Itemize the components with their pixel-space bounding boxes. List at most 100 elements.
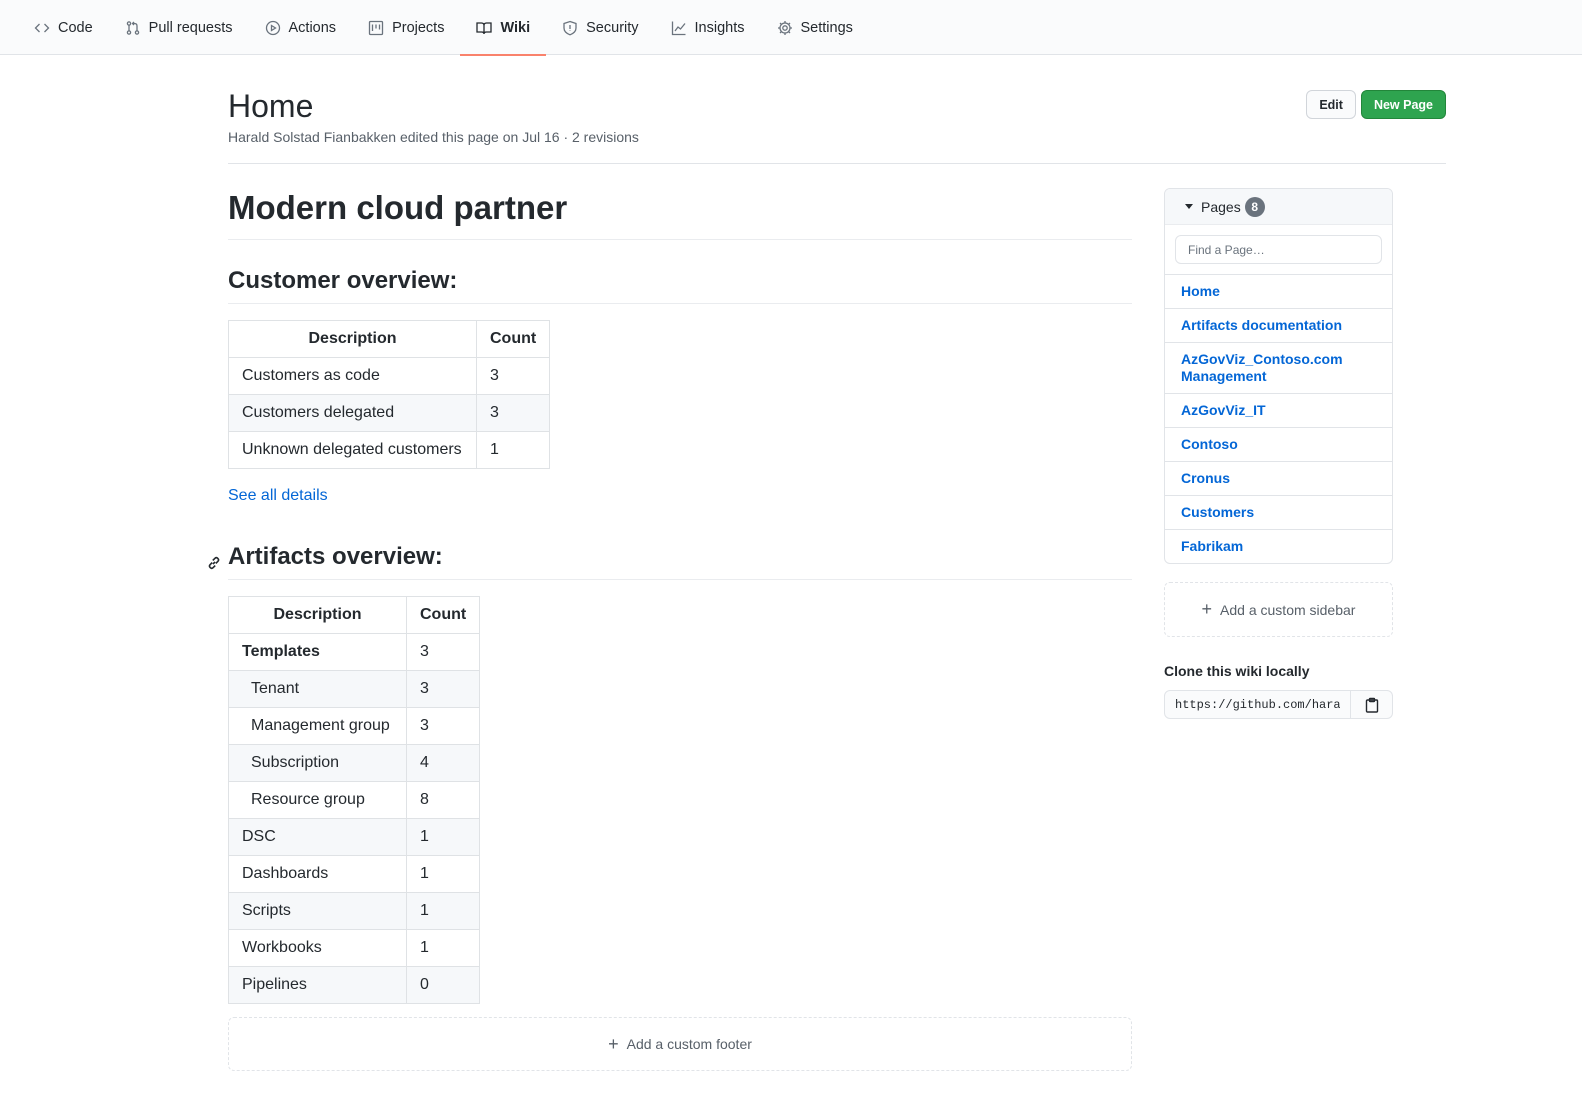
table-row: Pipelines 0	[228, 966, 481, 1004]
book-icon	[476, 20, 493, 36]
table-row: Management group 3	[228, 707, 481, 745]
column-header-count: Count	[405, 596, 481, 634]
repo-tabs: Code Pull requests Actions Projects Wiki…	[18, 0, 869, 56]
add-custom-sidebar-button[interactable]: + Add a custom sidebar	[1164, 582, 1393, 637]
wiki-body: Modern cloud partner Customer overview: …	[208, 187, 1132, 1004]
pages-toggle[interactable]: Pages 8	[1165, 189, 1392, 225]
table-header-row: Description Count	[228, 320, 551, 358]
table-row: DSC 1	[228, 818, 481, 856]
table-cell: Pipelines	[228, 966, 407, 1004]
customer-overview-heading: Customer overview:	[228, 265, 1132, 304]
caret-down-icon	[1185, 204, 1193, 209]
table-cell: 3	[475, 394, 551, 432]
tab-label: Security	[586, 19, 639, 36]
edit-button[interactable]: Edit	[1306, 90, 1356, 119]
table-row: Resource group 8	[228, 781, 481, 819]
sidebar-page-azgovviz-contoso-management[interactable]: AzGovViz_Contoso.com Management	[1165, 343, 1392, 394]
tab-label: Code	[58, 19, 93, 36]
table-cell: 1	[405, 892, 481, 930]
tab-insights[interactable]: Insights	[655, 0, 761, 55]
tab-settings[interactable]: Settings	[761, 0, 869, 55]
table-cell: 3	[475, 357, 551, 395]
sidebar-page-fabrikam[interactable]: Fabrikam	[1165, 530, 1392, 563]
table-cell: Customers as code	[228, 357, 477, 395]
table-cell: Scripts	[228, 892, 407, 930]
clone-wiki-title: Clone this wiki locally	[1164, 663, 1310, 679]
page-title: Home	[228, 88, 314, 124]
copy-clipboard-button[interactable]	[1351, 690, 1393, 719]
tab-pull-requests[interactable]: Pull requests	[109, 0, 249, 55]
tab-label: Projects	[392, 19, 445, 36]
table-row: Workbooks 1	[228, 929, 481, 967]
sidebar-page-cronus[interactable]: Cronus	[1165, 462, 1392, 496]
new-page-button[interactable]: New Page	[1360, 90, 1446, 119]
customer-table: Description Count Customers as code 3 Cu…	[228, 320, 551, 469]
table-cell: 1	[405, 855, 481, 893]
sidebar-page-customers[interactable]: Customers	[1165, 496, 1392, 530]
tab-security[interactable]: Security	[546, 0, 654, 55]
clone-url-input[interactable]	[1164, 690, 1351, 719]
pages-count-badge: 8	[1244, 196, 1265, 217]
see-all-details-link[interactable]: See all details	[228, 487, 328, 505]
tab-code[interactable]: Code	[18, 0, 109, 55]
wiki-header: Home Harald Solstad Fianbakken edited th…	[228, 86, 1446, 164]
add-custom-footer-button[interactable]: + Add a custom footer	[228, 1017, 1132, 1071]
column-header-count: Count	[475, 320, 551, 358]
project-icon	[368, 20, 384, 36]
page-filter-wrapper	[1165, 225, 1392, 275]
gear-icon	[777, 20, 793, 36]
play-icon	[265, 20, 281, 36]
table-cell: Dashboards	[228, 855, 407, 893]
tab-label: Settings	[800, 19, 853, 36]
column-header-description: Description	[228, 320, 477, 358]
table-cell: 0	[405, 966, 481, 1004]
tab-actions[interactable]: Actions	[249, 0, 353, 55]
table-row: Tenant 3	[228, 670, 481, 708]
tab-label: Actions	[288, 19, 337, 36]
repo-navigation: Code Pull requests Actions Projects Wiki…	[0, 0, 1582, 56]
code-icon	[34, 20, 50, 36]
table-row: Customers delegated 3	[228, 394, 551, 432]
link-icon[interactable]	[206, 548, 222, 570]
table-cell: Workbooks	[228, 929, 407, 967]
shield-icon	[562, 20, 578, 36]
sidebar-page-artifacts-documentation[interactable]: Artifacts documentation	[1165, 309, 1392, 343]
table-cell: Unknown delegated customers	[228, 431, 477, 469]
add-custom-sidebar-label: Add a custom sidebar	[1220, 601, 1356, 618]
table-row: Dashboards 1	[228, 855, 481, 893]
plus-icon: +	[1201, 599, 1213, 619]
table-header-row: Description Count	[228, 596, 481, 634]
table-row: Templates 3	[228, 633, 481, 671]
table-cell: Tenant	[228, 670, 407, 708]
artifacts-table: Description Count Templates 3 Tenant 3 M…	[228, 596, 481, 1004]
header-actions: Edit New Page	[1306, 90, 1446, 119]
table-row: Unknown delegated customers 1	[228, 431, 551, 469]
table-cell: 1	[405, 929, 481, 967]
git-pull-request-icon	[125, 20, 141, 36]
table-cell: 3	[405, 633, 481, 671]
table-cell: Management group	[228, 707, 407, 745]
table-cell: Resource group	[228, 781, 407, 819]
table-row: Scripts 1	[228, 892, 481, 930]
table-row: Customers as code 3	[228, 357, 551, 395]
sidebar-page-azgovviz-it[interactable]: AzGovViz_IT	[1165, 394, 1392, 428]
sidebar-page-contoso[interactable]: Contoso	[1165, 428, 1392, 462]
page-revision-meta: Harald Solstad Fianbakken edited this pa…	[228, 129, 639, 145]
tab-label: Pull requests	[148, 19, 233, 36]
tab-wiki[interactable]: Wiki	[460, 0, 546, 56]
table-cell: DSC	[228, 818, 407, 856]
heading-text: Artifacts overview:	[228, 543, 443, 570]
table-cell: Templates	[228, 633, 407, 671]
table-row: Subscription 4	[228, 744, 481, 782]
find-page-input[interactable]	[1175, 235, 1382, 264]
tab-label: Insights	[694, 19, 745, 36]
column-header-description: Description	[228, 596, 407, 634]
table-cell: 4	[405, 744, 481, 782]
pages-sidebar: Pages 8 Home Artifacts documentation AzG…	[1164, 188, 1393, 564]
clone-url-group	[1164, 690, 1393, 719]
sidebar-page-home[interactable]: Home	[1165, 275, 1392, 309]
table-cell: 1	[475, 431, 551, 469]
tab-projects[interactable]: Projects	[352, 0, 460, 55]
table-cell: 3	[405, 707, 481, 745]
artifacts-overview-heading: Artifacts overview:	[208, 541, 1132, 580]
